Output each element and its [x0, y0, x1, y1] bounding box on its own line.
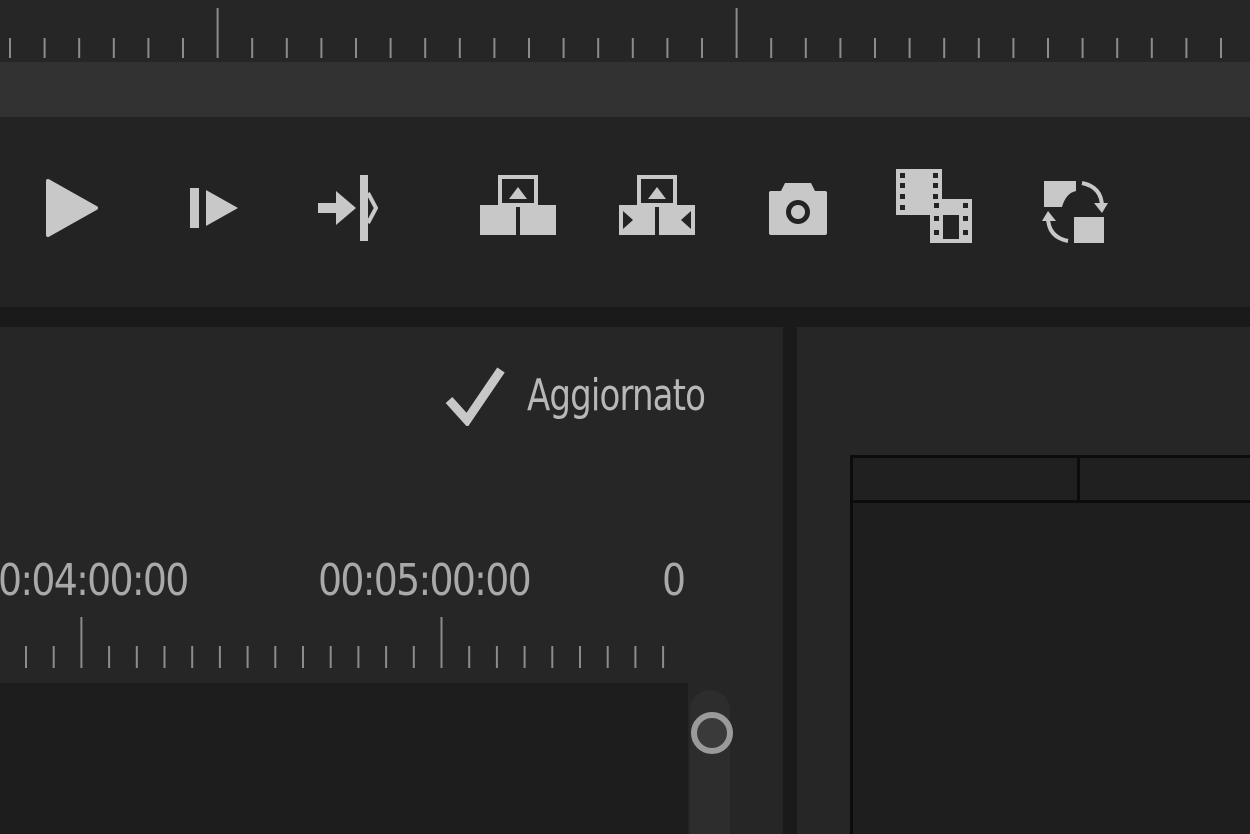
status-label: Aggiornato — [527, 369, 706, 421]
checkmark-icon — [445, 367, 505, 426]
panel-divider[interactable] — [0, 307, 1250, 327]
lift-icon — [480, 175, 556, 235]
app-window: Aggiornato 0:04:00:00 00:05:00:00 0 — [0, 0, 1250, 834]
play-button[interactable] — [44, 177, 100, 239]
extract-button[interactable] — [617, 175, 697, 237]
timecode-label: 0:04:00:00 — [0, 555, 189, 606]
preview-header — [853, 458, 1250, 503]
overwrite-icon — [1042, 181, 1108, 243]
go-to-out-button[interactable] — [314, 173, 378, 243]
track-area[interactable] — [0, 683, 688, 834]
export-frame-button[interactable] — [767, 179, 829, 237]
top-ruler-ticks — [9, 8, 1222, 58]
extract-icon — [619, 175, 695, 235]
top-time-ruler[interactable] — [0, 0, 1250, 62]
insert-button[interactable] — [894, 167, 976, 247]
insert-clip-icon — [896, 169, 972, 243]
scroll-handle[interactable] — [691, 712, 733, 754]
lift-button[interactable] — [478, 175, 558, 237]
play-icon — [46, 179, 98, 237]
timecode-label: 00:05:00:00 — [318, 555, 532, 606]
overwrite-button[interactable] — [1040, 177, 1110, 247]
transport-bar — [0, 117, 1250, 307]
header-divider — [1077, 458, 1080, 500]
preview-frame — [850, 455, 1250, 834]
camera-icon — [769, 183, 827, 235]
go-to-out-point-icon — [318, 175, 378, 241]
panel-divider-vertical[interactable] — [783, 327, 797, 834]
timeline-ruler[interactable] — [0, 612, 690, 674]
step-forward-button[interactable] — [186, 185, 242, 231]
render-status: Aggiornato — [445, 360, 734, 430]
timecode-label: 0 — [662, 555, 686, 606]
step-forward-icon — [190, 188, 238, 228]
top-scrollbar[interactable] — [0, 62, 1250, 117]
